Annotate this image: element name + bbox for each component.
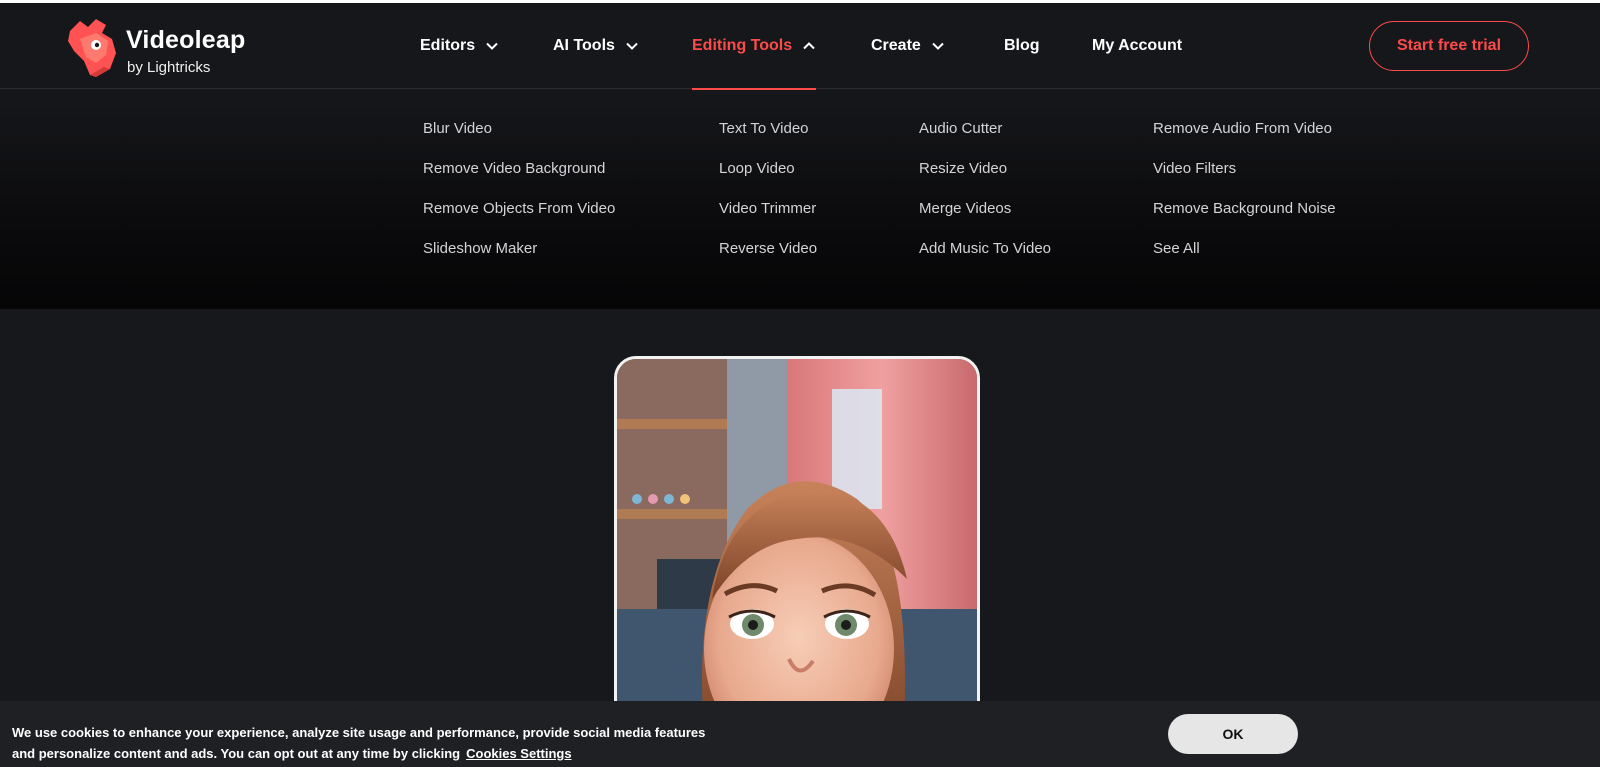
nav-my-account[interactable]: My Account bbox=[1092, 3, 1182, 89]
menu-link[interactable]: Remove Audio From Video bbox=[1153, 119, 1336, 159]
menu-link[interactable]: See All bbox=[1153, 239, 1336, 279]
cookie-message: We use cookies to enhance your experienc… bbox=[12, 722, 732, 764]
menu-column-3: Audio Cutter Resize Video Merge Videos A… bbox=[919, 119, 1051, 279]
menu-link[interactable]: Video Filters bbox=[1153, 159, 1336, 199]
nav-label: Editors bbox=[420, 37, 476, 54]
cookies-settings-link[interactable]: Cookies Settings bbox=[466, 746, 571, 761]
menu-link[interactable]: Loop Video bbox=[719, 159, 817, 199]
nav-blog[interactable]: Blog bbox=[1004, 3, 1040, 89]
menu-link[interactable]: Add Music To Video bbox=[919, 239, 1051, 279]
nav-editing-tools[interactable]: Editing Tools bbox=[692, 3, 817, 90]
menu-link[interactable]: Remove Objects From Video bbox=[423, 199, 615, 239]
menu-link[interactable]: Video Trimmer bbox=[719, 199, 817, 239]
nav-label: AI Tools bbox=[553, 37, 615, 54]
main-nav: Editors AI Tools Editing Tools Create Bl… bbox=[0, 3, 1600, 90]
menu-link[interactable]: Slideshow Maker bbox=[423, 239, 615, 279]
ok-button[interactable]: OK bbox=[1168, 714, 1298, 754]
nav-label: Blog bbox=[1004, 37, 1040, 54]
nav-label: My Account bbox=[1092, 37, 1183, 54]
menu-link[interactable]: Remove Video Background bbox=[423, 159, 615, 199]
nav-ai-tools[interactable]: AI Tools bbox=[553, 3, 639, 89]
nav-label: Editing Tools bbox=[692, 37, 793, 54]
menu-link[interactable]: Remove Background Noise bbox=[1153, 199, 1336, 239]
menu-link[interactable]: Resize Video bbox=[919, 159, 1051, 199]
start-free-trial-button[interactable]: Start free trial bbox=[1369, 21, 1529, 71]
nav-create[interactable]: Create bbox=[871, 3, 945, 89]
nav-label: Create bbox=[871, 37, 921, 54]
menu-column-2: Text To Video Loop Video Video Trimmer R… bbox=[719, 119, 817, 279]
chevron-up-icon bbox=[802, 39, 816, 53]
menu-column-4: Remove Audio From Video Video Filters Re… bbox=[1153, 119, 1336, 279]
editing-tools-menu: Blur Video Remove Video Background Remov… bbox=[0, 90, 1600, 309]
video-preview bbox=[614, 356, 980, 756]
chevron-down-icon bbox=[485, 39, 499, 53]
cookie-banner: We use cookies to enhance your experienc… bbox=[0, 701, 1600, 767]
cartoon-portrait-image bbox=[617, 359, 977, 753]
site-header: Videoleap by Lightricks Editors AI Tools… bbox=[0, 3, 1600, 90]
menu-link[interactable]: Text To Video bbox=[719, 119, 817, 159]
menu-link[interactable]: Blur Video bbox=[423, 119, 615, 159]
menu-link[interactable]: Reverse Video bbox=[719, 239, 817, 279]
chevron-down-icon bbox=[931, 39, 945, 53]
menu-link[interactable]: Merge Videos bbox=[919, 199, 1051, 239]
cookie-text: We use cookies to enhance your experienc… bbox=[12, 725, 706, 761]
nav-editors[interactable]: Editors bbox=[420, 3, 499, 89]
chevron-down-icon bbox=[625, 39, 639, 53]
menu-column-1: Blur Video Remove Video Background Remov… bbox=[423, 119, 615, 279]
menu-link[interactable]: Audio Cutter bbox=[919, 119, 1051, 159]
